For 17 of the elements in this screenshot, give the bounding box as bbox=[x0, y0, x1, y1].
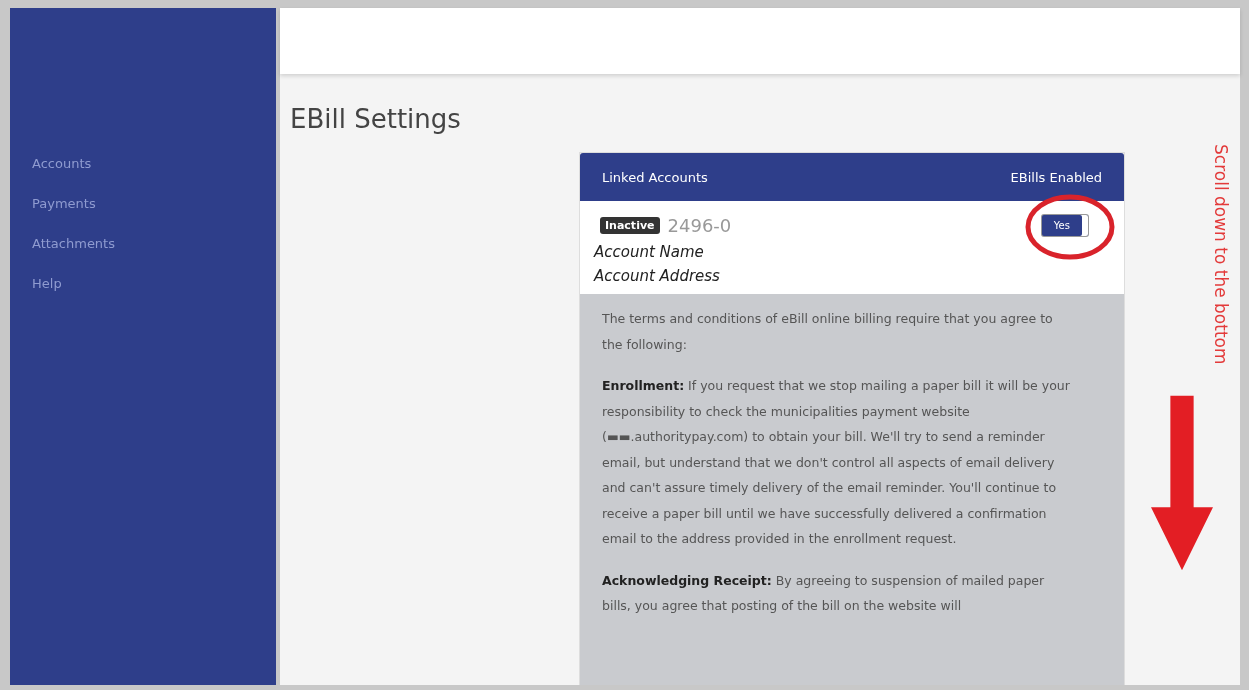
header-label: Linked Accounts bbox=[602, 170, 708, 185]
sidebar-item[interactable]: Payments bbox=[10, 196, 276, 236]
sidebar-item[interactable]: Accounts bbox=[10, 156, 276, 196]
annotation-text: Scroll down to the bottom bbox=[1211, 144, 1231, 365]
account-number: 2496-0 bbox=[667, 215, 732, 236]
terms-paragraph: Acknowledging Receipt: By agreeing to suspension of mailed paper bills, you agree that posting of the bill on the website will bbox=[602, 571, 1046, 615]
toggle-switch[interactable]: Yes bbox=[1041, 215, 1088, 236]
down-arrow-icon bbox=[1151, 394, 1213, 572]
terms-paragraph: The terms and conditions of eBill online billing require that you agree to the following: bbox=[602, 310, 1054, 354]
account-address: Account Address bbox=[594, 266, 721, 287]
header-label: EBills Enabled bbox=[1010, 170, 1102, 185]
account-name: Account Name bbox=[594, 242, 705, 263]
sidebar-item[interactable]: Help bbox=[10, 276, 276, 316]
status-badge: Inactive bbox=[600, 217, 660, 234]
sidebar-item[interactable]: Attachments bbox=[10, 236, 276, 276]
terms-paragraph: Enrollment: If you request that we stop mailing a paper bill it will be your responsibility to check the municipalities payment website (▬▬.authoritypay.com) to obtain your bill. We'll try to send a reminder email, but understand that we don't control all aspects of email delivery and can't assure timely delivery of the email reminder. You'll continue to receive a paper bill until we have successfully delivered a confirmation email to the address provided in the enrollment request. bbox=[602, 377, 1071, 548]
page-title: EBill Settings bbox=[290, 104, 462, 134]
